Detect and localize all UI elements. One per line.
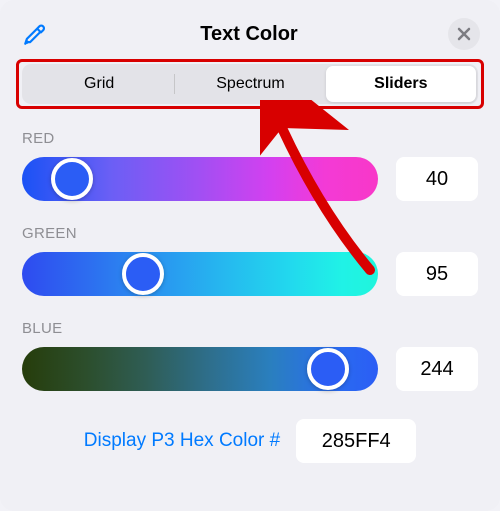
hex-value-field[interactable]: 285FF4 — [296, 419, 416, 463]
green-track — [22, 252, 378, 296]
tab-spectrum[interactable]: Spectrum — [175, 66, 325, 102]
red-slider-group: RED 40 — [22, 130, 478, 201]
tab-sliders[interactable]: Sliders — [326, 66, 476, 102]
blue-label: BLUE — [22, 320, 478, 337]
close-button[interactable] — [448, 18, 480, 50]
tab-segmented-control-wrapper: Grid Spectrum Sliders — [0, 64, 500, 120]
red-slider[interactable] — [22, 157, 378, 201]
eyedropper-icon — [22, 21, 48, 47]
sliders-area: RED 40 GREEN 95 BLUE — [0, 120, 500, 463]
red-value-field[interactable]: 40 — [396, 157, 478, 201]
tab-grid[interactable]: Grid — [24, 66, 174, 102]
blue-value-field[interactable]: 244 — [396, 347, 478, 391]
green-slider[interactable] — [22, 252, 378, 296]
green-label: GREEN — [22, 225, 478, 242]
red-label: RED — [22, 130, 478, 147]
red-thumb[interactable] — [51, 158, 93, 200]
eyedropper-button[interactable] — [20, 19, 50, 49]
panel-header: Text Color — [0, 0, 500, 64]
green-thumb[interactable] — [122, 253, 164, 295]
panel-title: Text Color — [50, 23, 448, 46]
tab-segmented-control: Grid Spectrum Sliders — [22, 64, 478, 104]
color-picker-panel: Text Color Grid Spectrum Sliders RED 40 — [0, 0, 500, 511]
blue-thumb[interactable] — [307, 348, 349, 390]
blue-slider[interactable] — [22, 347, 378, 391]
green-value-field[interactable]: 95 — [396, 252, 478, 296]
green-slider-group: GREEN 95 — [22, 225, 478, 296]
hex-row: Display P3 Hex Color # 285FF4 — [22, 419, 478, 463]
hex-format-button[interactable]: Display P3 Hex Color # — [84, 430, 280, 452]
blue-slider-group: BLUE 244 — [22, 320, 478, 391]
close-icon — [457, 27, 471, 41]
